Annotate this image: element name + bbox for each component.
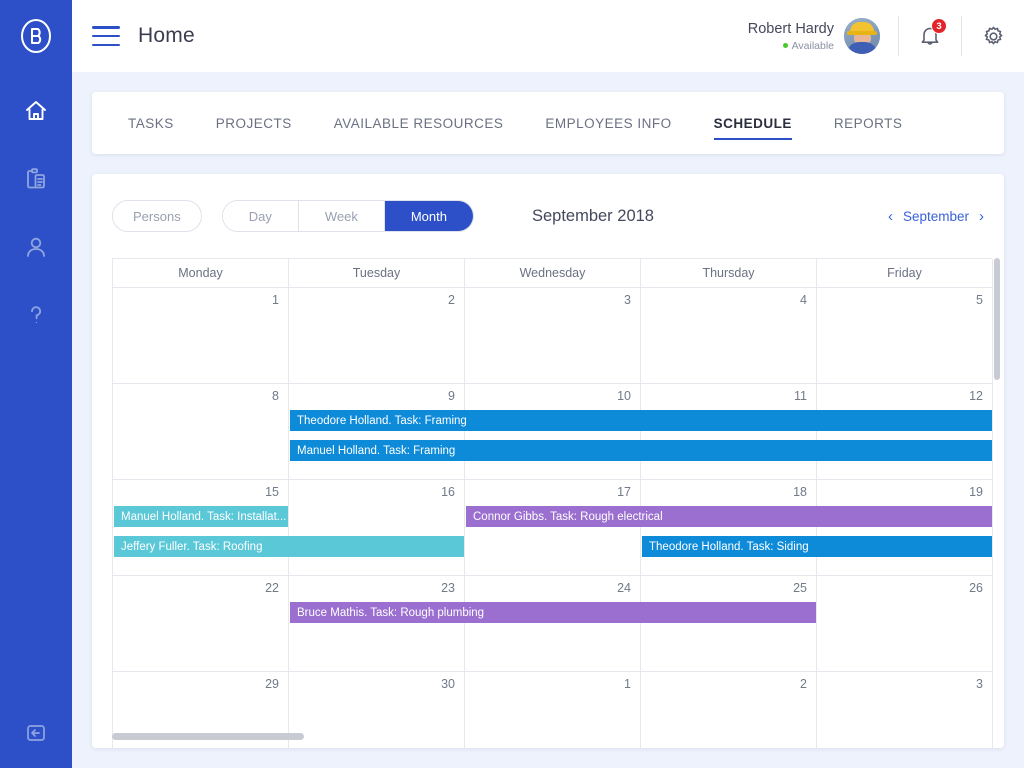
avatar[interactable] bbox=[844, 18, 880, 54]
day-number: 3 bbox=[624, 293, 631, 307]
calendar-header-row: Monday Tuesday Wednesday Thursday Friday bbox=[113, 259, 993, 288]
horizontal-scrollbar-thumb[interactable] bbox=[112, 733, 304, 740]
event-layer: Manuel Holland. Task: Installat... Connor… bbox=[113, 506, 993, 576]
tab-projects[interactable]: PROJECTS bbox=[216, 92, 292, 154]
tab-employees-info[interactable]: EMPLOYEES INFO bbox=[545, 92, 671, 154]
chevron-right-icon[interactable]: › bbox=[979, 208, 984, 225]
day-number: 10 bbox=[617, 389, 631, 403]
tab-bar: TASKS PROJECTS AVAILABLE RESOURCES EMPLOYEE… bbox=[92, 92, 1004, 154]
tab-available-resources[interactable]: AVAILABLE RESOURCES bbox=[334, 92, 504, 154]
event-layer bbox=[113, 698, 993, 748]
day-number: 5 bbox=[976, 293, 983, 307]
event-layer: Bruce Mathis. Task: Rough plumbing bbox=[113, 602, 993, 672]
event-layer: Theodore Holland. Task: Framing Manuel Ho… bbox=[113, 410, 993, 480]
tab-reports[interactable]: REPORTS bbox=[834, 92, 903, 154]
sidebar bbox=[0, 0, 72, 768]
calendar-week-row: 22 23 24 25 26 Bruce Mathis. Task: Rough plum… bbox=[113, 576, 993, 672]
calendar-event[interactable]: Bruce Mathis. Task: Rough plumbing bbox=[290, 602, 816, 623]
sidebar-item-logout[interactable] bbox=[19, 716, 53, 750]
topbar-right: Robert Hardy Available 3 bbox=[748, 0, 1024, 72]
calendar-event[interactable]: Manuel Holland. Task: Framing bbox=[290, 440, 992, 461]
day-header-tuesday: Tuesday bbox=[289, 259, 465, 288]
notification-badge: 3 bbox=[931, 18, 947, 34]
sidebar-bottom bbox=[0, 716, 72, 750]
tab-schedule[interactable]: SCHEDULE bbox=[713, 92, 793, 154]
day-header-wednesday: Wednesday bbox=[465, 259, 641, 288]
tab-tasks[interactable]: TASKS bbox=[128, 92, 174, 154]
day-number: 29 bbox=[265, 677, 279, 691]
day-number: 2 bbox=[800, 677, 807, 691]
calendar-period-title: September 2018 bbox=[531, 206, 654, 225]
current-month-label[interactable]: September bbox=[903, 209, 969, 224]
avatar-shirt bbox=[847, 42, 877, 54]
day-number: 25 bbox=[793, 581, 807, 595]
avatar-hardhat-brim bbox=[847, 31, 877, 35]
day-number: 22 bbox=[265, 581, 279, 595]
calendar-grid-wrapper: Monday Tuesday Wednesday Thursday Friday 1 2 3 4… bbox=[112, 258, 993, 748]
sidebar-item-help[interactable] bbox=[19, 298, 53, 332]
day-header-monday: Monday bbox=[113, 259, 289, 288]
day-header-thursday: Thursday bbox=[641, 259, 817, 288]
status-dot-icon bbox=[782, 43, 788, 48]
day-number: 17 bbox=[617, 485, 631, 499]
topbar: Home Robert Hardy Available 3 bbox=[72, 0, 1024, 72]
day-number: 1 bbox=[272, 293, 279, 307]
day-number: 16 bbox=[441, 485, 455, 499]
calendar-toolbar: Persons Day Week Month September 2018 ‹ Se… bbox=[92, 174, 1004, 258]
view-option-week[interactable]: Week bbox=[298, 201, 385, 231]
day-number: 19 bbox=[969, 485, 983, 499]
persons-filter-button[interactable]: Persons bbox=[112, 200, 202, 232]
day-number: 18 bbox=[793, 485, 807, 499]
horizontal-scrollbar[interactable] bbox=[112, 733, 992, 740]
day-number: 30 bbox=[441, 677, 455, 691]
day-number: 8 bbox=[272, 389, 279, 403]
app-root: Home Robert Hardy Available 3 TASKS PROJ… bbox=[0, 0, 1024, 768]
schedule-card: Persons Day Week Month September 2018 ‹ Se… bbox=[92, 174, 1004, 748]
view-switcher: Day Week Month bbox=[221, 200, 474, 232]
calendar-week-row: 1 2 3 4 5 bbox=[113, 288, 993, 384]
vertical-scrollbar[interactable] bbox=[994, 258, 1000, 726]
sidebar-item-home[interactable] bbox=[19, 94, 53, 128]
event-layer bbox=[113, 314, 993, 384]
settings-button[interactable] bbox=[962, 0, 1024, 72]
calendar-event[interactable]: Manuel Holland. Task: Installat... bbox=[114, 506, 288, 527]
calendar-week-row: 8 9 10 11 12 Theodore Holland. Task: Framing M… bbox=[113, 384, 993, 480]
vertical-scrollbar-thumb[interactable] bbox=[994, 258, 1000, 380]
day-number: 11 bbox=[794, 389, 807, 403]
sidebar-item-profile[interactable] bbox=[19, 230, 53, 264]
view-option-day[interactable]: Day bbox=[222, 201, 299, 231]
day-number: 4 bbox=[800, 293, 807, 307]
app-logo[interactable] bbox=[18, 18, 54, 54]
day-header-friday: Friday bbox=[817, 259, 993, 288]
calendar-event[interactable]: Jeffery Fuller. Task: Roofing bbox=[114, 536, 464, 557]
day-number: 24 bbox=[617, 581, 631, 595]
calendar-event[interactable]: Theodore Holland. Task: Siding bbox=[642, 536, 992, 557]
hamburger-icon[interactable] bbox=[92, 26, 120, 46]
user-text: Robert Hardy Available bbox=[748, 21, 834, 52]
day-number: 2 bbox=[448, 293, 455, 307]
sidebar-nav bbox=[19, 94, 53, 332]
day-number: 1 bbox=[624, 677, 631, 691]
sidebar-item-tasks[interactable] bbox=[19, 162, 53, 196]
user-status: Available bbox=[748, 40, 834, 52]
page-title: Home bbox=[138, 24, 195, 47]
calendar-week-row: 15 16 17 18 19 Manuel Holland. Task: Installa… bbox=[113, 480, 993, 576]
calendar-event[interactable]: Theodore Holland. Task: Framing bbox=[290, 410, 992, 431]
user-status-label: Available bbox=[791, 39, 834, 52]
day-number: 9 bbox=[448, 389, 455, 403]
calendar-event[interactable]: Connor Gibbs. Task: Rough electrical bbox=[466, 506, 992, 527]
user-name: Robert Hardy bbox=[747, 20, 834, 37]
day-number: 12 bbox=[969, 389, 983, 403]
user-menu[interactable]: Robert Hardy Available bbox=[748, 18, 898, 54]
day-number: 23 bbox=[441, 581, 455, 595]
day-number: 26 bbox=[969, 581, 983, 595]
day-number: 15 bbox=[265, 485, 279, 499]
chevron-left-icon[interactable]: ‹ bbox=[888, 208, 893, 225]
day-number: 3 bbox=[976, 677, 983, 691]
view-option-month[interactable]: Month bbox=[384, 201, 473, 231]
notifications-button[interactable]: 3 bbox=[899, 0, 961, 72]
calendar-grid: Monday Tuesday Wednesday Thursday Friday 1 2 3 4… bbox=[112, 258, 993, 748]
month-navigation: ‹ September › bbox=[888, 208, 984, 225]
